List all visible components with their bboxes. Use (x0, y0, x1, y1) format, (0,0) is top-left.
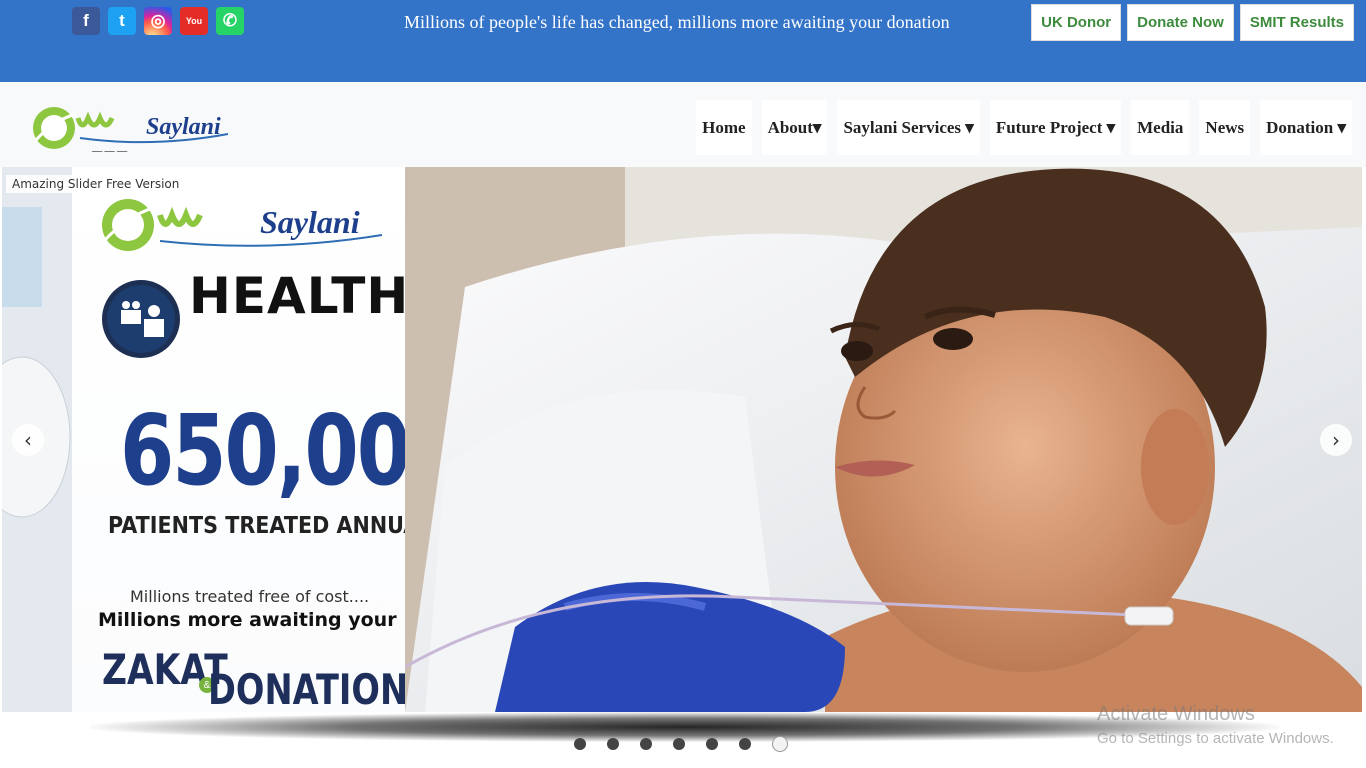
slider-dot[interactable] (673, 738, 685, 750)
main-nav: Home About▾ Saylani Services ▾ Future Pr… (696, 100, 1352, 155)
chevron-left-icon: ‹ (24, 428, 32, 452)
slider-prev-button[interactable]: ‹ (12, 424, 44, 456)
windows-activation-watermark: Activate Windows Go to Settings to activ… (1097, 703, 1334, 747)
slider-dot[interactable] (574, 738, 586, 750)
svg-text:ـــــ ـــــ ـــــ: ـــــ ـــــ ـــــ (91, 146, 128, 154)
poster-logo: Saylani (102, 199, 383, 251)
nav-news[interactable]: News (1199, 100, 1251, 155)
svg-text:Saylani: Saylani (260, 204, 360, 240)
health-icon (102, 280, 180, 358)
poster-category: HEALTH (189, 267, 410, 325)
uk-donor-button[interactable]: UK Donor (1031, 4, 1122, 41)
slider-dot-active[interactable] (772, 736, 788, 752)
top-buttons: UK Donor Donate Now SMIT Results (1031, 4, 1354, 41)
donate-now-button[interactable]: Donate Now (1127, 4, 1234, 41)
facebook-icon[interactable]: f (72, 7, 100, 35)
poster-line-2: Millions more awaiting your (98, 609, 397, 631)
svg-text:Saylani: Saylani (146, 114, 221, 140)
slider-pagination (574, 736, 788, 752)
nav-about[interactable]: About▾ (761, 100, 828, 155)
poster-donation: DONATION (208, 665, 409, 712)
nav-media[interactable]: Media (1131, 100, 1190, 155)
nav-future-project[interactable]: Future Project ▾ (989, 100, 1122, 155)
instagram-icon[interactable]: ◎ (144, 7, 172, 35)
nav-home[interactable]: Home (696, 100, 752, 155)
watermark-subtitle: Go to Settings to activate Windows. (1097, 730, 1334, 747)
smit-results-button[interactable]: SMIT Results (1239, 4, 1354, 41)
nav-saylani-services[interactable]: Saylani Services ▾ (837, 100, 980, 155)
top-bar: f t ◎ You ✆ Millions of people's life ha… (0, 0, 1366, 82)
slider-dot[interactable] (640, 738, 652, 750)
poster-line-1: Millions treated free of cost.... (130, 587, 370, 606)
twitter-icon[interactable]: t (108, 7, 136, 35)
tagline: Millions of people's life has changed, m… (404, 12, 950, 32)
slider-dot[interactable] (739, 738, 751, 750)
youtube-icon[interactable]: You (180, 7, 208, 35)
health-poster: Saylani HEALTH 650,000 PATIENTS TREATED … (72, 167, 463, 712)
chevron-right-icon: › (1332, 428, 1340, 452)
social-links: f t ◎ You ✆ (72, 7, 244, 35)
slider-dot[interactable] (607, 738, 619, 750)
saylani-logo[interactable]: Saylani ـــــ ـــــ ـــــ (32, 100, 232, 158)
whatsapp-icon[interactable]: ✆ (216, 7, 244, 35)
slider-badge: Amazing Slider Free Version (6, 175, 186, 193)
watermark-title: Activate Windows (1097, 703, 1255, 725)
slider-dot[interactable] (706, 738, 718, 750)
nav-donation[interactable]: Donation ▾ (1260, 100, 1352, 155)
slide-photo-child-patient (405, 167, 1362, 712)
slider-next-button[interactable]: › (1320, 424, 1352, 456)
image-slider[interactable]: Saylani HEALTH 650,000 PATIENTS TREATED … (2, 167, 1362, 712)
